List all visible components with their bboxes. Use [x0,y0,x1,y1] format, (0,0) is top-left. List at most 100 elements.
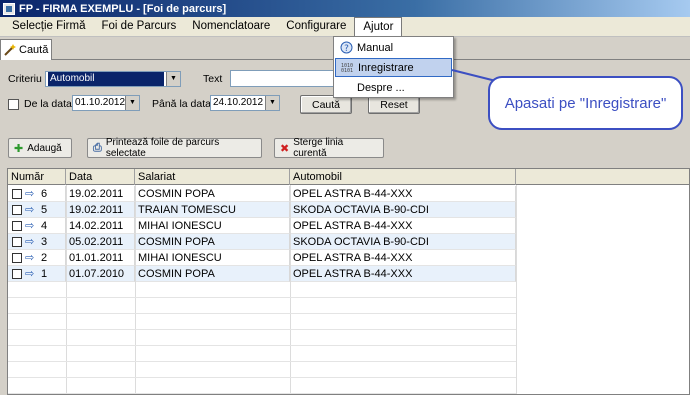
from-date-label: De la data [24,98,72,110]
column-header-numar[interactable]: Număr [8,169,66,185]
cell-numar: ⇨ 6 [8,186,66,202]
delete-row-button[interactable]: ✖ Sterge linia curentă [274,137,384,159]
cell-automobil: OPEL ASTRA B-44-XXX [290,186,516,202]
to-date-value: 24.10.2012 [213,97,264,108]
cell-salariat: TRAIAN TOMESCU [135,202,290,218]
cell-data: 01.07.2010 [66,266,135,282]
cell-salariat: COSMIN POPA [135,186,290,202]
text-input[interactable] [230,70,336,87]
window-title: FP - FIRMA EXEMPLU - [Foi de parcurs] [19,2,227,15]
row-number: 2 [41,252,48,264]
tab-cauta[interactable]: Caută [0,39,52,60]
table-row[interactable]: ⇨ 3 05.02.2011 COSMIN POPA SKODA OCTAVIA B-9… [8,234,516,250]
magic-wand-icon [4,44,16,56]
svg-text:0101: 0101 [341,68,353,73]
row-number: 5 [41,204,48,216]
row-checkbox[interactable] [12,221,22,231]
menu-configurare[interactable]: Configurare [278,17,354,36]
menu-selectie-firma[interactable]: Selecție Firmă [4,17,94,36]
printer-icon: ⎙ [93,141,102,154]
cell-data: 14.02.2011 [66,218,135,234]
callout-text: Apasati pe "Inregistrare" [504,94,667,112]
tab-cauta-label: Caută [19,44,49,56]
add-button-label: Adaugă [27,142,62,154]
row-checkbox[interactable] [12,237,22,247]
cell-salariat: MIHAI IONESCU [135,218,290,234]
menu-item-despre-label: Despre ... [357,81,405,94]
arrow-right-icon[interactable]: ⇨ [25,266,34,281]
cell-automobil: OPEL ASTRA B-44-XXX [290,266,516,282]
help-icon: ? [335,38,357,57]
chevron-down-icon: ▼ [125,96,139,110]
menu-ajutor[interactable]: Ajutor [354,16,403,37]
column-header-salariat[interactable]: Salariat [135,169,290,185]
row-number: 6 [41,188,48,200]
row-checkbox[interactable] [12,253,22,263]
help-menu-dropdown: ? Manual 1010 0101 Inregistrare Despre ..… [333,36,454,98]
cell-salariat: MIHAI IONESCU [135,250,290,266]
table-row[interactable]: ⇨ 4 14.02.2011 MIHAI IONESCU OPEL ASTRA B-44… [8,218,516,234]
plus-icon: ✚ [14,142,24,155]
criteriu-select[interactable]: Automobil ▼ [45,71,181,87]
table-row[interactable]: ⇨ 1 01.07.2010 COSMIN POPA OPEL ASTRA B-44-X… [8,266,516,282]
cell-numar: ⇨ 5 [8,202,66,218]
menu-item-inregistrare-label: Inregistrare [358,61,414,74]
table-row[interactable]: ⇨ 5 19.02.2011 TRAIAN TOMESCU SKODA OCTAVIA … [8,202,516,218]
arrow-right-icon[interactable]: ⇨ [25,234,34,249]
add-button[interactable]: ✚ Adaugă [8,138,72,158]
arrow-right-icon[interactable]: ⇨ [25,218,34,233]
cell-numar: ⇨ 4 [8,218,66,234]
row-checkbox[interactable] [12,205,22,215]
menu-item-manual-label: Manual [357,41,394,54]
arrow-right-icon[interactable]: ⇨ [25,250,34,265]
column-header-automobil[interactable]: Automobil [290,169,516,185]
cell-data: 01.01.2011 [66,250,135,266]
criteriu-value: Automobil [48,72,164,86]
cell-salariat: COSMIN POPA [135,266,290,282]
row-number: 4 [41,220,48,232]
cell-data: 19.02.2011 [66,202,135,218]
menu-nomenclatoare[interactable]: Nomenclatoare [184,17,278,36]
to-date-label: Până la data [152,98,211,110]
cell-salariat: COSMIN POPA [135,234,290,250]
menu-item-inregistrare[interactable]: 1010 0101 Inregistrare [335,58,452,77]
svg-text:?: ? [344,44,349,54]
app-icon [3,2,15,15]
arrow-right-icon[interactable]: ⇨ [25,186,34,201]
menubar: Selecție Firmă Foi de Parcurs Nomenclato… [0,16,690,37]
cell-data: 05.02.2011 [66,234,135,250]
column-header-data[interactable]: Data [66,169,135,185]
cell-automobil: OPEL ASTRA B-44-XXX [290,218,516,234]
row-number: 1 [41,268,48,280]
print-selected-button[interactable]: ⎙ Printează foile de parcurs selectate [87,137,262,159]
instruction-callout: Apasati pe "Inregistrare" [488,76,683,130]
row-checkbox[interactable] [12,189,22,199]
row-checkbox[interactable] [12,269,22,279]
delete-x-icon: ✖ [280,142,290,155]
cell-data: 19.02.2011 [66,186,135,202]
from-date-picker[interactable]: 01.10.2012 ▼ [72,95,140,111]
delete-button-label: Sterge linia curentă [293,137,344,159]
window-titlebar: FP - FIRMA EXEMPLU - [Foi de parcurs] [0,0,690,17]
row-number: 3 [41,236,48,248]
criteriu-label: Criteriu [8,73,42,85]
cell-numar: ⇨ 2 [8,250,66,266]
menu-item-manual[interactable]: ? Manual [335,38,452,57]
cell-automobil: SKODA OCTAVIA B-90-CDI [290,202,516,218]
print-button-label: Printează foile de parcurs selectate [105,137,220,159]
foi-parcurs-grid[interactable]: Număr Data Salariat Automobil ⇨ 6 19.02.20… [7,168,690,395]
table-row[interactable]: ⇨ 2 01.01.2011 MIHAI IONESCU OPEL ASTRA B-44… [8,250,516,266]
cell-numar: ⇨ 3 [8,234,66,250]
from-date-value: 01.10.2012 [75,97,126,108]
registration-icon: 1010 0101 [336,58,358,77]
menu-foi-de-parcurs[interactable]: Foi de Parcurs [94,17,185,36]
chevron-down-icon: ▼ [166,72,180,86]
cell-numar: ⇨ 1 [8,266,66,282]
table-row[interactable]: ⇨ 6 19.02.2011 COSMIN POPA OPEL ASTRA B-44-X… [8,186,516,202]
to-date-picker[interactable]: 24.10.2012 ▼ [210,95,280,111]
chevron-down-icon: ▼ [265,96,279,110]
date-filter-checkbox[interactable] [8,99,19,110]
menu-item-despre[interactable]: Despre ... [335,78,452,97]
arrow-right-icon[interactable]: ⇨ [25,202,34,217]
cell-automobil: SKODA OCTAVIA B-90-CDI [290,234,516,250]
